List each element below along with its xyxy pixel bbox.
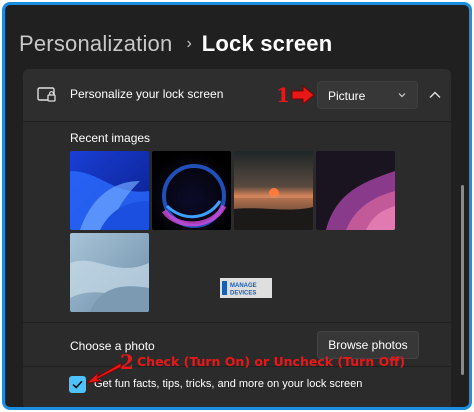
wallpaper-thumbnail-icon	[152, 151, 231, 230]
annotation-arrow-icon	[85, 362, 122, 384]
recent-images-label: Recent images	[70, 131, 151, 145]
fun-facts-label: Get fun facts, tips, tricks, and more on…	[94, 378, 363, 390]
divider	[23, 121, 451, 122]
recent-image-2[interactable]	[152, 151, 231, 230]
choose-photo-label: Choose a photo	[70, 339, 155, 353]
manage-devices-logo: MANAGE DEVICES	[220, 278, 272, 298]
personalize-lock-screen-row[interactable]: Personalize your lock screen 1 Picture	[23, 69, 451, 121]
wallpaper-thumbnail-icon	[234, 151, 313, 230]
settings-window: Personalization › Lock screen Personaliz…	[2, 2, 472, 410]
watermark-logo-icon: MANAGE DEVICES	[220, 278, 272, 298]
divider	[23, 322, 451, 323]
page-title: Lock screen	[201, 31, 333, 56]
chevron-down-icon	[398, 93, 406, 98]
recent-image-4[interactable]	[316, 151, 395, 230]
wallpaper-thumbnail-icon	[316, 151, 395, 230]
chevron-up-icon[interactable]	[425, 85, 445, 105]
breadcrumb-personalization[interactable]: Personalization	[19, 31, 172, 57]
recent-image-3[interactable]	[234, 151, 313, 230]
breadcrumb: Personalization › Lock screen	[19, 29, 332, 59]
annotation-step-1: 1	[276, 83, 290, 107]
lock-screen-icon	[37, 87, 56, 102]
recent-image-5[interactable]	[70, 233, 149, 312]
dropdown-selected-value: Picture	[328, 89, 366, 103]
breadcrumb-separator-icon: ›	[186, 35, 192, 52]
scrollbar[interactable]	[461, 185, 464, 375]
recent-image-1[interactable]	[70, 151, 149, 230]
annotation-arrow-icon	[291, 84, 315, 106]
svg-text:MANAGE: MANAGE	[230, 283, 257, 289]
personalize-lock-screen-label: Personalize your lock screen	[70, 87, 224, 101]
annotation-step-2-text: Check (Turn On) or Uncheck (Turn Off)	[137, 354, 406, 369]
lock-screen-type-dropdown[interactable]: Picture	[317, 81, 418, 109]
svg-text:DEVICES: DEVICES	[230, 291, 256, 297]
wallpaper-thumbnail-icon	[70, 233, 149, 312]
wallpaper-thumbnail-icon	[70, 151, 149, 230]
